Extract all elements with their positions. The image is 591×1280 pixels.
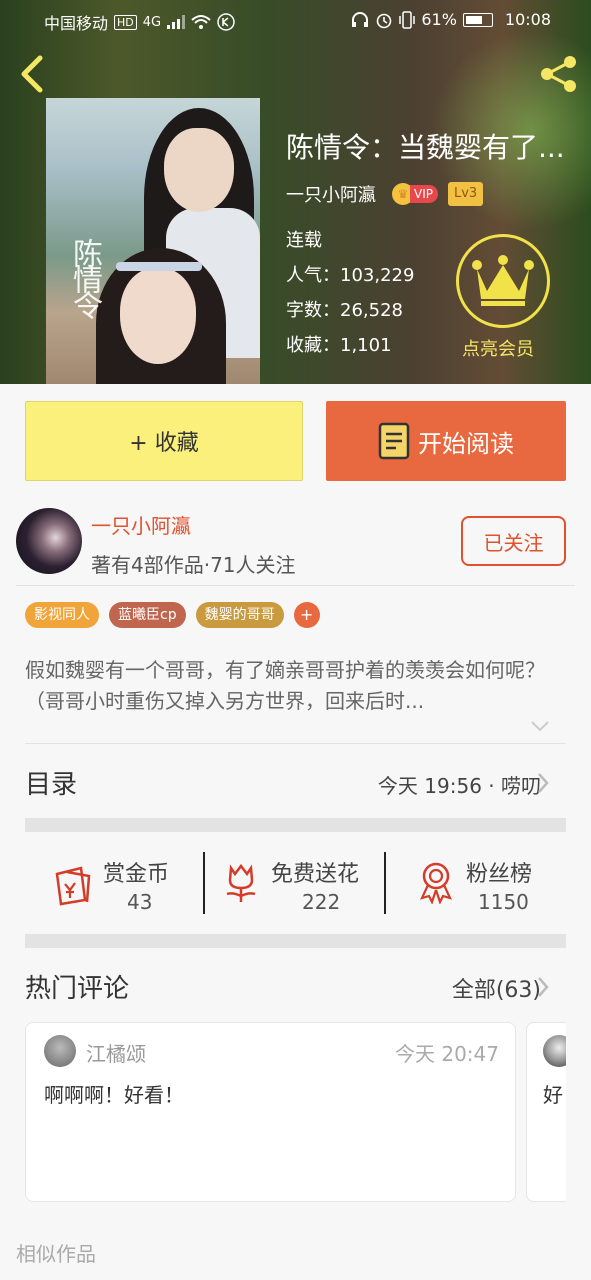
- follow-label: 已关注: [483, 530, 544, 555]
- commenter-avatar[interactable]: [543, 1035, 566, 1067]
- tag[interactable]: 蓝曦臣cp: [109, 602, 186, 628]
- favorites-stat: 收藏：1,101: [286, 335, 392, 356]
- battery-percent: 61%: [421, 10, 457, 29]
- author-avatar[interactable]: [16, 508, 82, 574]
- flower-icon: [226, 863, 256, 902]
- reward-label: 赏金币: [103, 862, 170, 887]
- hero-author-name[interactable]: 一只小阿瀛: [286, 181, 376, 207]
- k-app-icon: [217, 13, 235, 31]
- word-count-stat: 字数：26,528: [286, 300, 403, 321]
- crown-icon: [472, 255, 534, 306]
- start-reading-button[interactable]: 开始阅读: [326, 401, 566, 481]
- hd-icon: HD: [114, 14, 137, 30]
- vibrate-icon: [399, 10, 416, 29]
- add-tag-button[interactable]: +: [293, 602, 320, 628]
- comment-text: 好: [543, 1083, 563, 1107]
- similar-works-title: 相似作品: [16, 1242, 96, 1266]
- hot-comments-title: 热门评论: [25, 974, 130, 1004]
- comment-time: 今天 20:47: [395, 1042, 499, 1066]
- all-comments-chevron[interactable]: [536, 976, 550, 1002]
- author-desc: 著有4部作品·71人关注: [91, 553, 296, 577]
- member-label[interactable]: 点亮会员: [462, 335, 534, 361]
- tag[interactable]: 魏婴的哥哥: [195, 602, 284, 628]
- read-label: 开始阅读: [418, 429, 514, 458]
- comment-card[interactable]: 江橘颂 今天 20:47 啊啊啊！好看！: [25, 1022, 516, 1202]
- chevron-right-icon: [538, 773, 549, 793]
- reward-flowers[interactable]: 免费送花 222: [205, 848, 385, 918]
- network-label: 4G: [142, 14, 162, 30]
- divider: [25, 743, 566, 744]
- reward-fans[interactable]: 粉丝榜 1150: [386, 848, 566, 918]
- chevron-left-icon: [21, 55, 43, 93]
- book-icon: [378, 422, 410, 460]
- all-comments-link[interactable]: 全部(63): [452, 972, 541, 1004]
- wifi-icon: [191, 15, 211, 29]
- expand-description-button[interactable]: [530, 718, 550, 737]
- headset-icon: [352, 11, 369, 27]
- collect-button[interactable]: + 收藏: [25, 401, 303, 481]
- hero-author-row: 一只小阿瀛 ♛ VIP Lv3: [286, 181, 484, 207]
- book-status: 连载: [286, 230, 322, 251]
- signal-icon: [167, 15, 186, 29]
- reward-value: 1150: [478, 890, 529, 914]
- alarm-icon: [377, 13, 392, 28]
- clock: 10:08: [504, 10, 551, 29]
- section-separator: [25, 818, 566, 832]
- red-envelope-icon: [55, 866, 91, 906]
- divider: [16, 585, 575, 586]
- book-cover[interactable]: 陈情令: [46, 98, 260, 384]
- comment-text: 啊啊啊！好看！: [44, 1083, 184, 1107]
- comment-card[interactable]: 好: [526, 1022, 566, 1202]
- toc-title[interactable]: 目录: [25, 764, 77, 801]
- tag-list: 影视同人 蓝曦臣cp 魏婴的哥哥 +: [25, 602, 320, 628]
- level-badge: Lv3: [447, 182, 484, 206]
- reward-coins[interactable]: 赏金币 43: [25, 848, 203, 918]
- share-button[interactable]: [537, 52, 581, 96]
- toc-update[interactable]: 今天 19:56 · 唠叨: [378, 770, 541, 799]
- commenter-avatar[interactable]: [44, 1035, 76, 1067]
- section-separator: [25, 934, 566, 948]
- book-title: 陈情令：当魏婴有了...: [286, 131, 565, 164]
- reward-value: 43: [127, 890, 153, 914]
- collect-label: + 收藏: [129, 431, 199, 456]
- battery-icon: [462, 12, 493, 27]
- status-bar: 中国移动 HD 4G 61% 10:08: [0, 0, 591, 40]
- author-name[interactable]: 一只小阿瀛: [91, 510, 191, 539]
- share-icon: [541, 56, 576, 92]
- reward-label: 粉丝榜: [466, 862, 533, 887]
- popularity-stat: 人气：103,229: [286, 265, 415, 286]
- vip-badge: ♛ VIP: [392, 183, 438, 205]
- cover-calligraphy: 陈情令: [67, 238, 102, 316]
- reward-label: 免费送花: [271, 862, 360, 887]
- book-description[interactable]: 假如魏婴有一个哥哥，有了嫡亲哥哥护着的羡羡会如何呢？（哥哥小时重伤又掉入另方世界…: [25, 655, 565, 717]
- follow-button[interactable]: 已关注: [461, 516, 566, 566]
- chevron-right-icon: [538, 977, 549, 997]
- member-button[interactable]: [456, 234, 550, 328]
- commenter-name[interactable]: 江橘颂: [86, 1038, 146, 1067]
- chevron-down-icon: [531, 721, 549, 732]
- vip-label: VIP: [410, 185, 438, 203]
- back-button[interactable]: [14, 52, 54, 96]
- reward-row: 赏金币 43 免费送花 222 粉丝榜 1150: [25, 848, 566, 918]
- toc-chevron[interactable]: [536, 772, 550, 798]
- tag[interactable]: 影视同人: [25, 602, 99, 628]
- medal-icon: [419, 862, 453, 904]
- book-detail-page: 中国移动 HD 4G 61% 10:08 陈情令 陈情令：当魏婴有了... 一只…: [0, 0, 591, 1280]
- reward-value: 222: [302, 890, 341, 914]
- carrier-label: 中国移动: [44, 14, 109, 33]
